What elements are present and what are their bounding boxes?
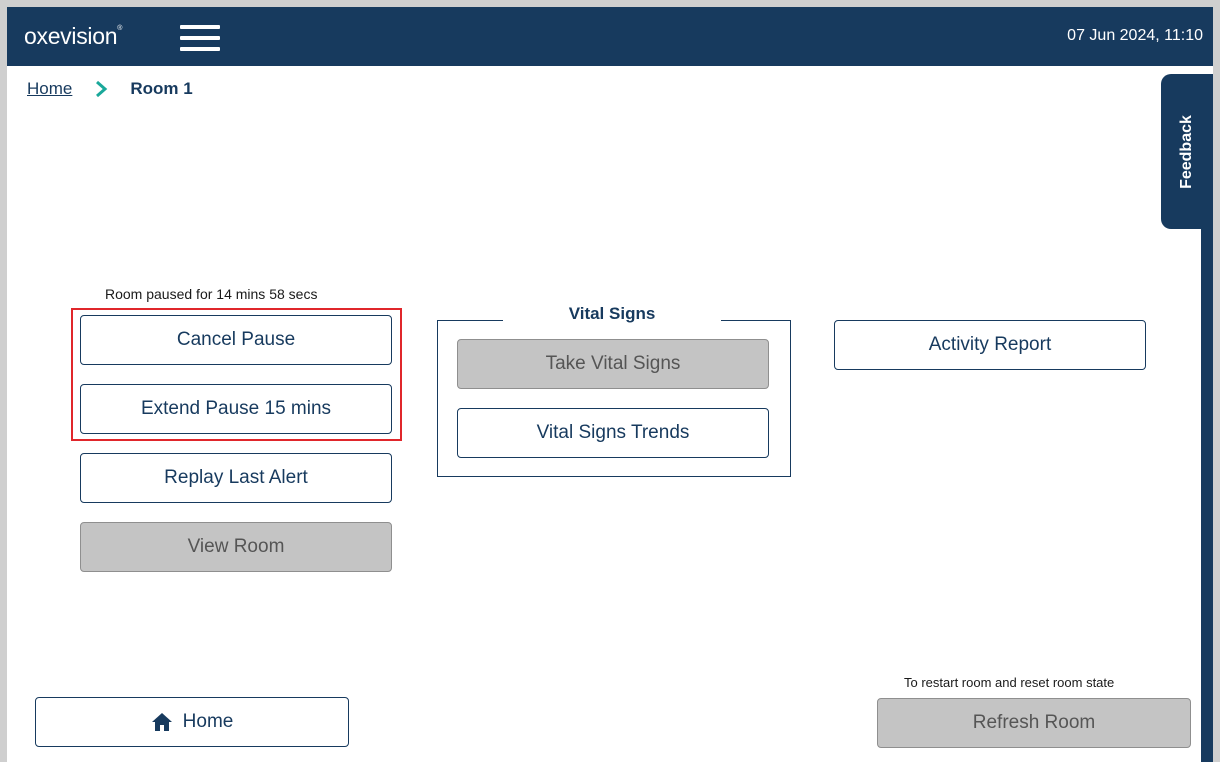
logo: oxevision®: [24, 23, 122, 50]
view-room-button[interactable]: View Room: [80, 522, 392, 572]
breadcrumb-current: Room 1: [130, 79, 193, 98]
extend-pause-label: Extend Pause 15 mins: [140, 398, 332, 419]
take-vital-signs-button[interactable]: Take Vital Signs: [457, 339, 769, 389]
restart-note: To restart room and reset room state: [904, 675, 1115, 690]
replay-last-alert-label: Replay Last Alert: [164, 467, 308, 488]
extend-pause-button[interactable]: Extend Pause 15 mins: [80, 384, 392, 434]
header-datetime: 07 Jun 2024, 11:10: [1067, 27, 1203, 44]
refresh-room-label: Refresh Room: [972, 712, 1096, 733]
hamburger-icon[interactable]: [180, 25, 220, 51]
chevron-right-icon: [96, 80, 108, 98]
vital-signs-legend: Vital Signs: [503, 304, 721, 324]
pause-status: Room paused for 14 mins 58 secs: [105, 286, 318, 302]
activity-report-label: Activity Report: [928, 334, 1052, 355]
home-icon: [151, 713, 172, 731]
app-frame: oxevision® 07 Jun 2024, 11:10 Home Room …: [7, 7, 1213, 762]
breadcrumb: Home Room 1: [27, 79, 193, 99]
vital-signs-trends-label: Vital Signs Trends: [536, 422, 690, 443]
view-room-label: View Room: [187, 536, 285, 557]
take-vital-signs-label: Take Vital Signs: [545, 353, 681, 374]
cancel-pause-label: Cancel Pause: [176, 329, 296, 350]
logo-registered-mark: ®: [117, 25, 123, 32]
home-button[interactable]: Home: [35, 697, 349, 747]
refresh-room-button[interactable]: Refresh Room: [877, 698, 1191, 748]
activity-report-button[interactable]: Activity Report: [834, 320, 1146, 370]
top-bar: oxevision® 07 Jun 2024, 11:10: [7, 7, 1213, 66]
breadcrumb-home-link[interactable]: Home: [27, 79, 72, 99]
home-button-label: Home: [182, 711, 234, 732]
replay-last-alert-button[interactable]: Replay Last Alert: [80, 453, 392, 503]
cancel-pause-button[interactable]: Cancel Pause: [80, 315, 392, 365]
logo-text: oxevision: [24, 23, 118, 49]
feedback-tab[interactable]: Feedback: [1161, 74, 1213, 229]
feedback-label: Feedback: [1178, 114, 1195, 189]
vital-signs-trends-button[interactable]: Vital Signs Trends: [457, 408, 769, 458]
